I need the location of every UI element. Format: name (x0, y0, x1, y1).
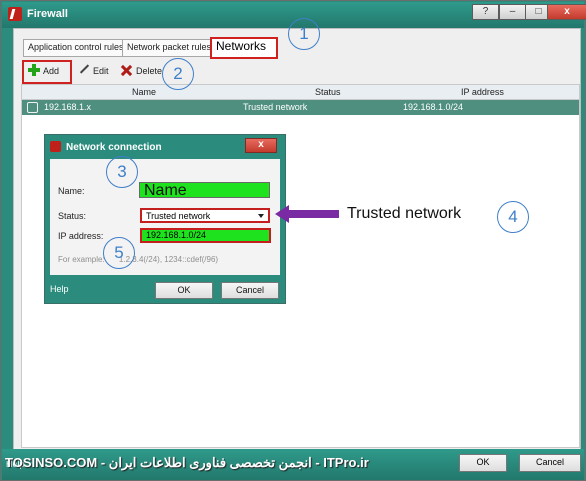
dialog-title-bar: Network connection x (45, 135, 285, 159)
name-label: Name: (58, 186, 85, 196)
cancel-button[interactable]: Cancel (519, 454, 581, 472)
minimize-button[interactable]: – (499, 4, 526, 20)
ip-address-field[interactable]: 192.168.1.0/24 (140, 228, 271, 243)
chevron-down-icon (258, 214, 264, 218)
annotation-marker-2: 2 (162, 58, 194, 90)
example-hint: For example: 1.2.3.4(/24), 1234::cdef(/9… (58, 255, 219, 264)
dialog-ok-button[interactable]: OK (155, 282, 213, 299)
kaspersky-icon (8, 7, 22, 21)
dialog-footer: Help OK Cancel (45, 275, 285, 303)
dialog-title: Network connection (66, 142, 162, 153)
network-icon (27, 102, 38, 113)
row-status: Trusted network (243, 102, 308, 112)
row-name: 192.168.1.x (44, 102, 92, 112)
annotation-marker-1: 1 (288, 18, 320, 50)
annotation-marker-3: 3 (106, 156, 138, 188)
dialog-cancel-button[interactable]: Cancel (221, 282, 279, 299)
tab-networks[interactable]: Networks (210, 37, 278, 59)
annotation-marker-4: 4 (497, 201, 529, 233)
firewall-window: Firewall ? – □ x Application control rul… (0, 0, 586, 481)
window-title: Firewall (27, 8, 68, 20)
status-dropdown[interactable]: Trusted network (140, 208, 270, 223)
callout-arrow-icon (275, 205, 339, 223)
column-status[interactable]: Status (315, 87, 341, 97)
edit-button[interactable]: Edit (77, 62, 109, 80)
row-ip: 192.168.1.0/24 (403, 102, 464, 112)
dialog-body: Name: Name Status: Trusted network IP ad… (50, 159, 280, 275)
tab-network-packet-rules[interactable]: Network packet rules (122, 39, 214, 57)
pencil-icon (77, 63, 90, 76)
help-window-button[interactable]: ? (472, 4, 499, 20)
status-value: Trusted network (146, 211, 211, 221)
arrow-shape (275, 205, 339, 223)
callout-text: Trusted network (347, 205, 462, 222)
network-connection-dialog: Network connection x Name: Name Status: … (44, 134, 286, 304)
name-field[interactable]: Name (139, 182, 270, 199)
close-button[interactable]: x (547, 4, 586, 20)
ip-address-label: IP address: (58, 231, 104, 241)
tab-application-control-rules[interactable]: Application control rules (23, 39, 125, 57)
annotation-marker-5: 5 (103, 237, 135, 269)
column-ip-address[interactable]: IP address (461, 87, 504, 97)
table-row[interactable]: 192.168.1.x Trusted network 192.168.1.0/… (22, 100, 579, 115)
kaspersky-icon (50, 141, 61, 152)
toolbar: Add Edit Delete (21, 60, 579, 82)
dialog-close-button[interactable]: x (245, 138, 277, 153)
dialog-help-link[interactable]: Help (50, 284, 69, 294)
table-header: Name Status IP address (22, 85, 579, 100)
watermark: TOSINSO.COM - انجمن تخصصی فناوری اطلاعات… (5, 455, 369, 470)
ok-button[interactable]: OK (459, 454, 507, 472)
status-label: Status: (58, 211, 87, 221)
delete-button[interactable]: Delete (120, 62, 162, 80)
add-highlight-box (22, 60, 72, 84)
column-name[interactable]: Name (132, 87, 156, 97)
delete-icon (120, 63, 133, 76)
